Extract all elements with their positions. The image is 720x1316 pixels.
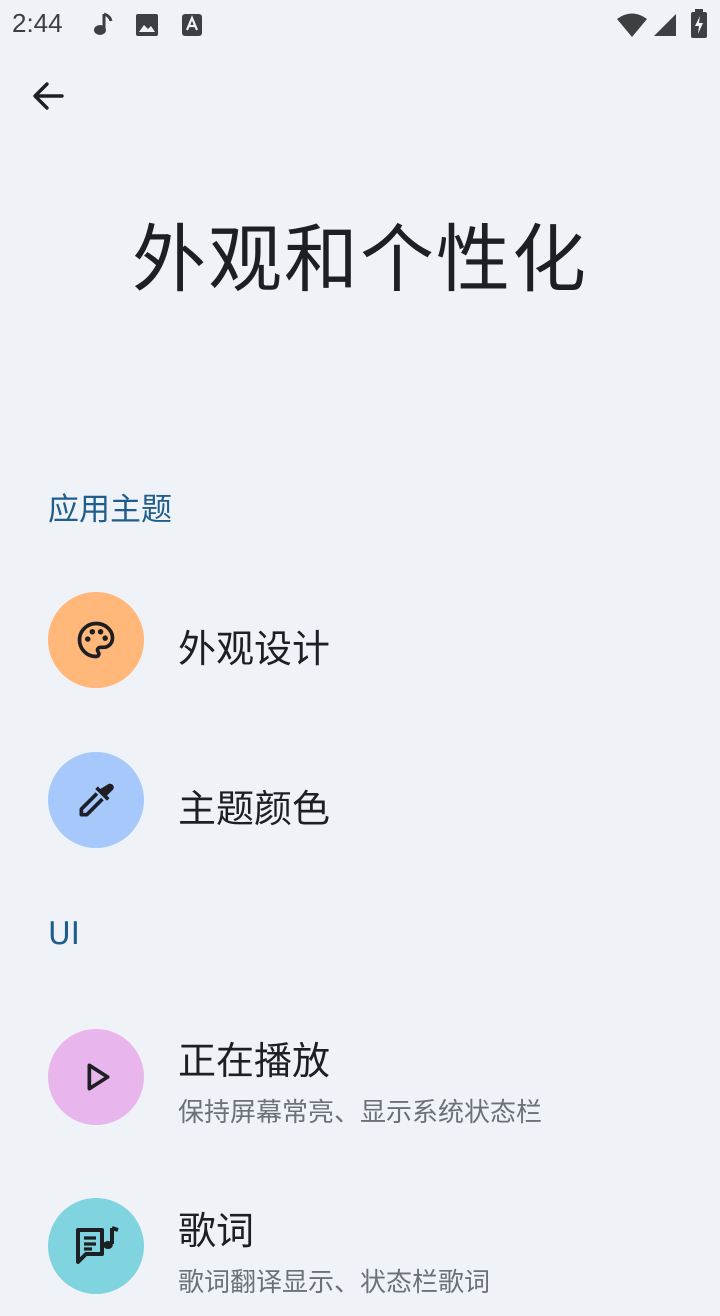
music-note-icon [92,12,114,42]
section-header-app-theme: 应用主题 [48,492,172,528]
page-title: 外观和个性化 [132,217,588,303]
arrow-left-icon [33,82,64,110]
status-time: 2:44 [12,8,63,38]
battery-charging-icon [690,9,708,43]
settings-item-title: 主题颜色 [178,787,331,831]
settings-item-lyrics[interactable]: 歌词 歌词翻译显示、状态栏歌词 [0,1176,720,1316]
cell-signal-icon [652,12,678,42]
appearance-icon-circle [48,592,144,688]
status-bar: 2:44 [0,0,720,50]
settings-item-title: 歌词 [178,1209,255,1253]
now-playing-icon-circle [48,1029,144,1125]
back-button[interactable] [24,72,72,120]
settings-item-title: 外观设计 [178,627,331,671]
settings-item-appearance[interactable]: 外观设计 [0,570,720,710]
settings-item-theme-color[interactable]: 主题颜色 [0,730,720,870]
settings-item-subtitle: 歌词翻译显示、状态栏歌词 [178,1268,491,1298]
settings-item-now-playing[interactable]: 正在播放 保持屏幕常亮、显示系统状态栏 [0,1006,720,1146]
image-icon [134,12,160,42]
section-header-ui: UI [48,916,80,952]
play-icon [87,1063,110,1091]
font-icon [180,12,204,42]
settings-item-subtitle: 保持屏幕常亮、显示系统状态栏 [178,1098,543,1128]
theme-color-icon-circle [48,752,144,848]
settings-item-title: 正在播放 [178,1039,331,1083]
lyrics-icon [76,1226,119,1264]
wifi-icon [616,12,648,42]
eyedropper-icon [79,783,114,817]
palette-icon [77,621,115,659]
